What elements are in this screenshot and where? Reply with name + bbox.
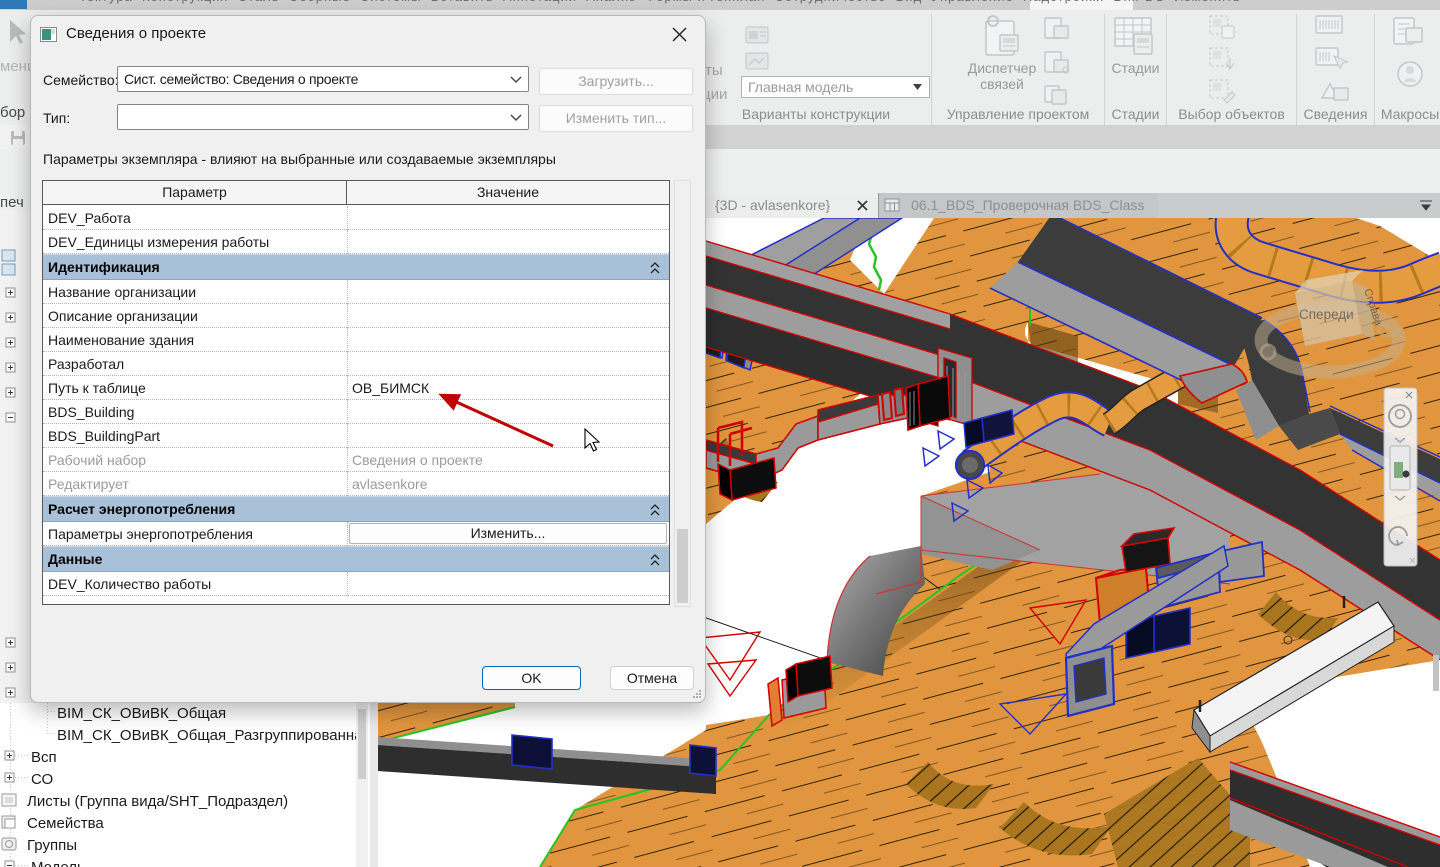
svg-text:Спереди: Спереди [1299, 307, 1354, 322]
